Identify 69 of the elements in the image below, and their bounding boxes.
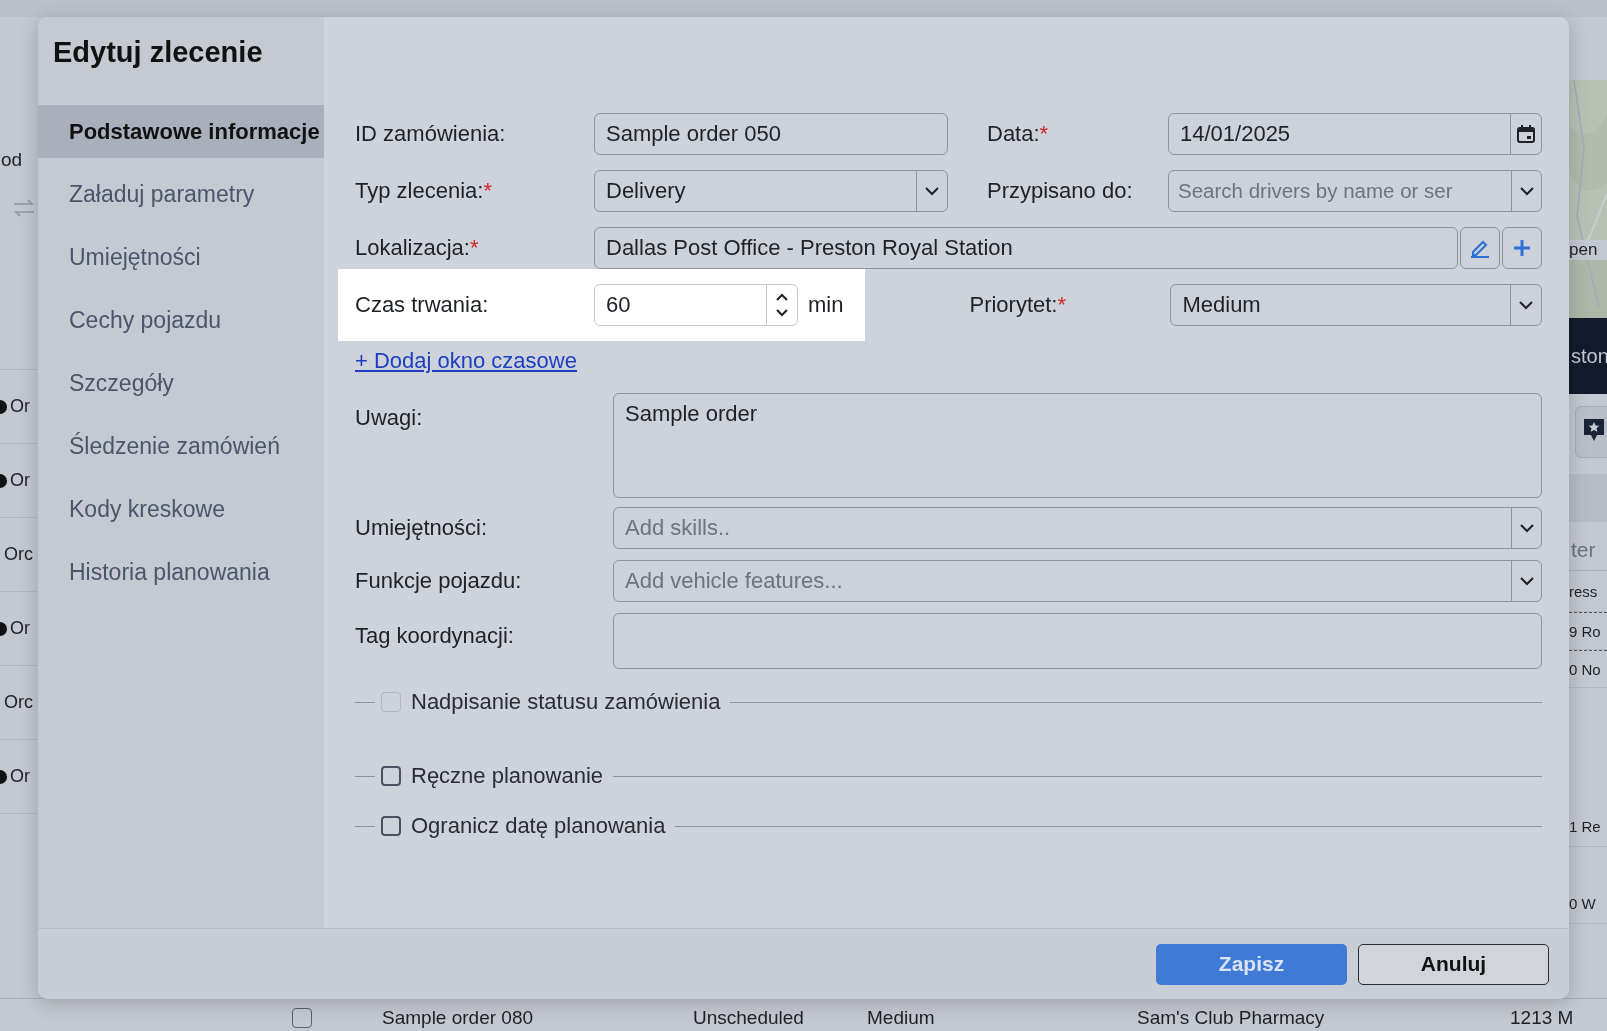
date-field[interactable]: 14/01/2025 <box>1168 113 1542 155</box>
coordination-tag-field[interactable] <box>613 613 1542 669</box>
add-time-window-link[interactable]: + Dodaj okno czasowe <box>355 348 577 374</box>
skills-field[interactable]: Add skills.. <box>613 507 1542 549</box>
field-label: Umiejętności: <box>355 515 489 541</box>
order-name: Or <box>10 766 30 787</box>
field-label: Czas trwania: <box>355 292 490 318</box>
location-field[interactable]: Dallas Post Office - Preston Royal Station <box>594 227 1458 269</box>
order-name: Orc <box>4 692 33 713</box>
nav-item[interactable]: Umiejętności <box>38 231 324 284</box>
table-cell-text: Sample order 080 <box>382 1008 535 1028</box>
chevron-down-icon <box>925 186 939 196</box>
driver-search-field[interactable]: Search drivers by name or ser <box>1168 170 1542 212</box>
nav-item[interactable]: Kody kreskowe <box>38 483 324 536</box>
field-label: Lokalizacja:* <box>355 235 480 261</box>
address-text: 9 Ro <box>1569 622 1601 640</box>
checkbox[interactable] <box>381 766 401 786</box>
nav-item[interactable]: Załaduj parametry <box>38 168 324 221</box>
cancel-button[interactable]: Anuluj <box>1358 943 1549 985</box>
field-label: Funkcje pojazdu: <box>355 568 523 594</box>
table-cell-text: Sam's Club Pharmacy <box>1137 1008 1326 1028</box>
checkbox-label: Ogranicz datę planowania <box>411 813 666 839</box>
order-name: Or <box>10 618 30 639</box>
field-label: Tag koordynacji: <box>355 622 515 649</box>
address-text: ress <box>1569 582 1598 600</box>
order-name: Or <box>10 470 30 491</box>
nav-item[interactable]: Szczegóły <box>38 357 324 410</box>
comment-star-icon-button[interactable] <box>1575 406 1607 458</box>
field-label: Przypisano do: <box>987 178 1134 204</box>
field-label: Typ zlecenia:* <box>355 178 493 204</box>
notes-field[interactable]: Sample order <box>613 393 1542 498</box>
field-label: Priorytet:* <box>969 292 1068 318</box>
field-label: Data:* <box>987 121 1050 147</box>
address-text: 0 W <box>1569 894 1596 912</box>
plus-icon <box>1512 238 1532 258</box>
chevron-down-icon <box>1520 576 1534 586</box>
checkbox-label: Ręczne planowanie <box>411 763 604 789</box>
order-name: Or <box>10 396 30 417</box>
row-checkbox[interactable] <box>292 1008 312 1028</box>
table-cell: 1213 M <box>1510 1008 1574 1028</box>
chevron-down-icon <box>1519 300 1533 310</box>
nav-item[interactable]: Podstawowe informacje <box>38 105 324 158</box>
nav-item[interactable]: Śledzenie zamówień <box>38 420 324 473</box>
table-cell-text: Unscheduled <box>693 1008 805 1028</box>
order-type-select[interactable]: Delivery <box>594 170 948 212</box>
add-button[interactable] <box>1502 227 1542 269</box>
order-name: Orc <box>4 544 33 565</box>
dialog-title: Edytuj zlecenie <box>52 35 264 70</box>
checkbox-label: Nadpisanie statusu zamówienia <box>411 689 721 715</box>
map-button-text: pen <box>1569 240 1607 260</box>
header-text: od <box>1 149 24 172</box>
checkbox[interactable] <box>381 816 401 836</box>
edit-button[interactable] <box>1460 227 1500 269</box>
nav-item[interactable]: Historia planowania <box>38 546 324 599</box>
order-id-field[interactable]: Sample order 050 <box>594 113 948 155</box>
unit-text: min <box>808 292 844 318</box>
address-text: 0 No <box>1569 660 1601 678</box>
field-label: Uwagi: <box>355 404 424 431</box>
duration-field[interactable]: 60 <box>594 284 798 326</box>
banner-text: ston <box>1571 344 1607 368</box>
address-text: 1 Re <box>1569 817 1601 835</box>
nav-item[interactable]: Cechy pojazdu <box>38 294 324 347</box>
table-cell-text: Medium <box>867 1008 936 1028</box>
chevron-down-icon <box>1520 523 1534 533</box>
field-label: ID zamówienia: <box>355 121 507 147</box>
chevron-down-icon <box>1520 186 1534 196</box>
vehicle-features-field[interactable]: Add vehicle features... <box>613 560 1542 602</box>
save-button[interactable]: Zapisz <box>1156 943 1347 985</box>
priority-select[interactable]: Medium <box>1170 284 1542 326</box>
